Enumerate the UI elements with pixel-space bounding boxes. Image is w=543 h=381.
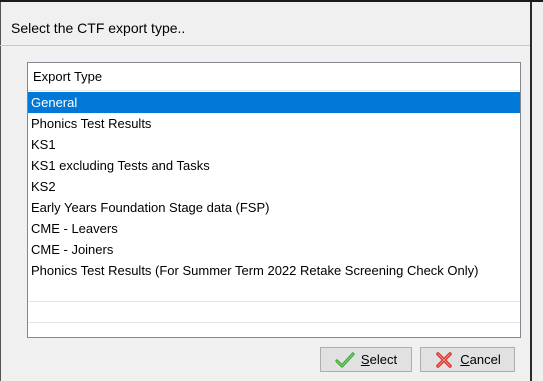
cancel-button[interactable]: Cancel [420, 347, 515, 372]
dialog-prompt: Select the CTF export type.. [11, 20, 186, 36]
window-right-border [530, 2, 532, 381]
list-item-cme-leavers[interactable]: CME - Leavers [28, 218, 520, 239]
select-button[interactable]: Select [320, 347, 412, 372]
export-type-list[interactable]: Export Type General Phonics Test Results… [27, 62, 521, 338]
list-item-general[interactable]: General [28, 92, 520, 113]
list-item-early-years-fsp[interactable]: Early Years Foundation Stage data (FSP) [28, 197, 520, 218]
list-item-ks2[interactable]: KS2 [28, 176, 520, 197]
header-separator [0, 45, 530, 46]
green-checkmark-icon [335, 351, 355, 369]
list-rows: General Phonics Test Results KS1 KS1 exc… [28, 92, 520, 323]
cancel-button-label: Cancel [460, 352, 501, 367]
list-item-ks1[interactable]: KS1 [28, 134, 520, 155]
select-button-label: Select [360, 352, 398, 367]
red-x-icon [434, 351, 454, 369]
list-empty-row [28, 302, 520, 323]
window-top-border [0, 0, 543, 2]
list-empty-row [28, 281, 520, 302]
list-item-phonics-test-results[interactable]: Phonics Test Results [28, 113, 520, 134]
list-column-header[interactable]: Export Type [28, 63, 520, 91]
export-type-dialog: Select the CTF export type.. Export Type… [0, 0, 543, 381]
list-item-phonics-retake-2022[interactable]: Phonics Test Results (For Summer Term 20… [28, 260, 520, 281]
window-left-border [0, 2, 1, 381]
list-item-ks1-excluding-tests[interactable]: KS1 excluding Tests and Tasks [28, 155, 520, 176]
list-item-cme-joiners[interactable]: CME - Joiners [28, 239, 520, 260]
